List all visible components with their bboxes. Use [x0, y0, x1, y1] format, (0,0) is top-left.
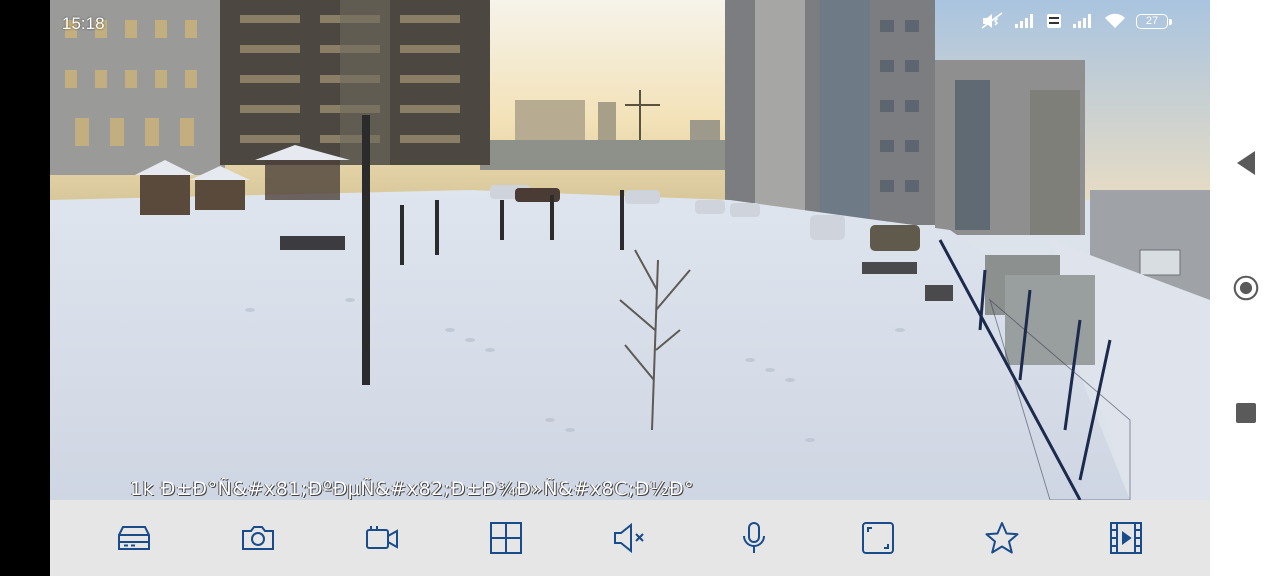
archive-button[interactable]	[1102, 514, 1150, 562]
camera-toolbar	[50, 500, 1210, 576]
mute-vibrate-icon	[980, 12, 1004, 30]
system-nav-bar	[1210, 0, 1280, 576]
camera-video-feed[interactable]: 15:18 27 1k Ð±Ð°Ñ&#x81;ÐºÐµÑ&#x82;Ð±Ð¾Ð»…	[50, 0, 1210, 500]
grid-icon	[490, 522, 522, 554]
signal-icon	[1014, 13, 1036, 29]
nav-home-button[interactable]	[1233, 275, 1259, 301]
battery-icon: 27	[1136, 13, 1172, 29]
fullscreen-button[interactable]	[854, 514, 902, 562]
record-button[interactable]	[358, 514, 406, 562]
sound-toggle-button[interactable]	[606, 514, 654, 562]
volume-mute-icon	[614, 522, 644, 554]
film-icon	[1110, 522, 1142, 554]
camera-icon	[242, 526, 274, 550]
home-icon	[1233, 275, 1259, 301]
nav-recents-button[interactable]	[1233, 400, 1259, 426]
microphone-button[interactable]	[730, 514, 778, 562]
snapshot-button[interactable]	[234, 514, 282, 562]
status-icons: 27	[980, 12, 1172, 30]
nav-back-button[interactable]	[1233, 150, 1259, 176]
layout-grid-button[interactable]	[482, 514, 530, 562]
dvr-icon	[118, 526, 150, 550]
signal-icon	[1072, 13, 1094, 29]
back-icon	[1237, 151, 1255, 175]
fullscreen-icon	[862, 522, 894, 554]
video-record-icon	[366, 526, 398, 549]
dvr-button[interactable]	[110, 514, 158, 562]
star-icon	[985, 522, 1019, 554]
camera-osd-label: 1k Ð±Ð°Ñ&#x81;ÐºÐµÑ&#x82;Ð±Ð¾Ð»Ñ&#x8C;Ð½…	[130, 478, 695, 500]
camera-scene	[50, 0, 1210, 500]
favorite-button[interactable]	[978, 514, 1026, 562]
microphone-icon	[743, 522, 765, 553]
wifi-icon	[1104, 13, 1126, 29]
volte-icon	[1046, 13, 1062, 29]
recents-icon	[1236, 403, 1256, 423]
left-bezel	[0, 0, 50, 576]
status-time: 15:18	[62, 14, 105, 33]
battery-level: 27	[1145, 15, 1159, 27]
